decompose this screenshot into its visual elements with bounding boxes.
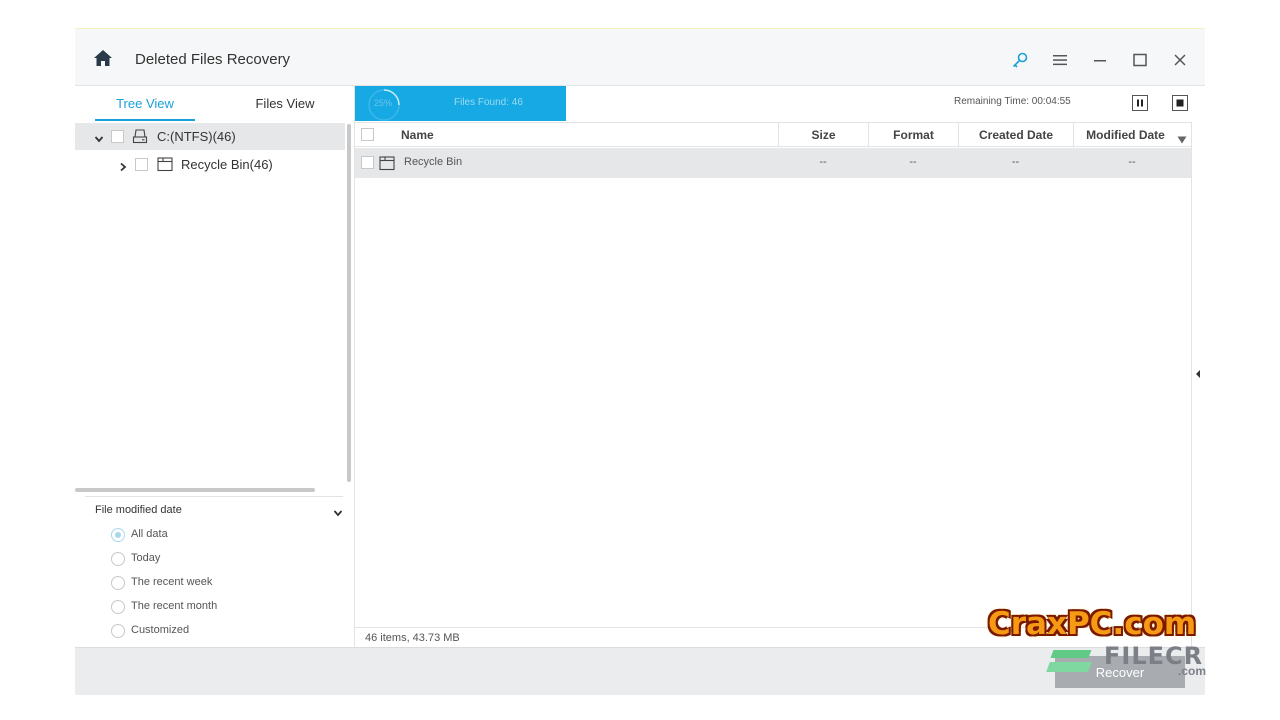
radio-label: Today [131,552,161,564]
files-found-label: Files Found: 46 [454,97,523,108]
column-header-name[interactable]: Name [379,123,779,147]
watermark-craxpc: CraxPC.com [988,606,1197,642]
column-header-size[interactable]: Size [778,123,868,147]
scan-percent: 25% [374,98,393,108]
column-header-format[interactable]: Format [868,123,958,147]
radio-button[interactable] [111,552,125,566]
close-icon[interactable] [1171,51,1189,69]
collapse-panel-icon[interactable] [1195,366,1201,378]
minimize-icon[interactable] [1091,51,1109,69]
menu-icon[interactable] [1051,51,1069,69]
radio-button[interactable] [111,624,125,638]
radio-button[interactable] [111,528,125,542]
tab-tree-view[interactable]: Tree View [95,96,195,121]
tree-horizontal-scrollbar[interactable] [75,488,315,492]
watermark-com-text: .com [1178,664,1207,678]
remaining-time: Remaining Time: 00:04:55 [954,96,1071,107]
cell-size: -- [819,156,827,168]
radio-label: The recent month [131,600,218,612]
select-all-checkbox[interactable] [361,128,374,141]
maximize-icon[interactable] [1131,51,1149,69]
tree-checkbox[interactable] [111,130,124,143]
row-checkbox[interactable] [361,156,374,169]
stop-button[interactable] [1172,95,1188,111]
filter-title: File modified date [95,504,182,516]
tree-checkbox[interactable] [135,158,148,171]
table-row[interactable]: Recycle Bin -- -- -- -- [355,148,1191,178]
watermark-filecr: FILECR .com [1046,642,1212,686]
watermark-logo-bar [1050,650,1092,658]
app-window: Deleted Files Recovery Tree View Files V… [75,28,1205,695]
watermark-logo-bar [1046,662,1092,672]
cell-name: Recycle Bin [404,156,463,168]
chevron-down-icon[interactable] [94,131,104,143]
app-title: Deleted Files Recovery [135,51,291,68]
sort-desc-icon[interactable] [1177,131,1187,144]
tab-files-view[interactable]: Files View [235,96,335,121]
radio-label: The recent week [131,576,213,588]
title-bar: Deleted Files Recovery [75,29,1205,86]
drive-icon [132,128,148,144]
key-icon[interactable] [1011,51,1029,69]
radio-label: Customized [131,624,190,636]
radio-button[interactable] [111,600,125,614]
status-text: 46 items, 43.73 MB [365,632,460,644]
cell-modified-date: -- [1128,156,1136,168]
scan-progress-tab: 25% Files Found: 46 [355,86,566,121]
radio-label: All data [131,528,168,540]
folder-icon [379,155,395,171]
tree-item-recycle-bin[interactable]: Recycle Bin(46) [75,151,345,178]
cell-created-date: -- [1011,156,1020,168]
chevron-down-icon[interactable] [333,505,343,517]
right-panel: 25% Files Found: 46 Remaining Time: 00:0… [355,86,1205,647]
tree-label-drive: C:(NTFS)(46) [157,129,236,144]
pause-button[interactable] [1132,95,1148,111]
column-header-created-date[interactable]: Created Date [958,123,1073,147]
tree-vertical-scrollbar[interactable] [347,124,351,482]
tree-label-recycle-bin: Recycle Bin(46) [181,157,273,172]
folder-icon [157,156,173,172]
pause-icon [1137,99,1143,107]
left-panel: Tree View Files View C:(NTFS)(46) Recycl… [75,86,355,647]
table-header: Name Size Format Created Date Modified D… [355,122,1191,147]
cell-format: -- [909,156,917,168]
divider [1191,122,1192,647]
tree-item-drive[interactable]: C:(NTFS)(46) [75,123,345,150]
stop-icon [1176,99,1184,107]
footer-bar: Recover [75,647,1205,695]
divider [85,496,343,497]
home-icon[interactable] [93,49,113,67]
column-header-modified-date[interactable]: Modified Date [1073,123,1177,147]
chevron-right-icon[interactable] [118,159,128,172]
radio-button[interactable] [111,576,125,590]
